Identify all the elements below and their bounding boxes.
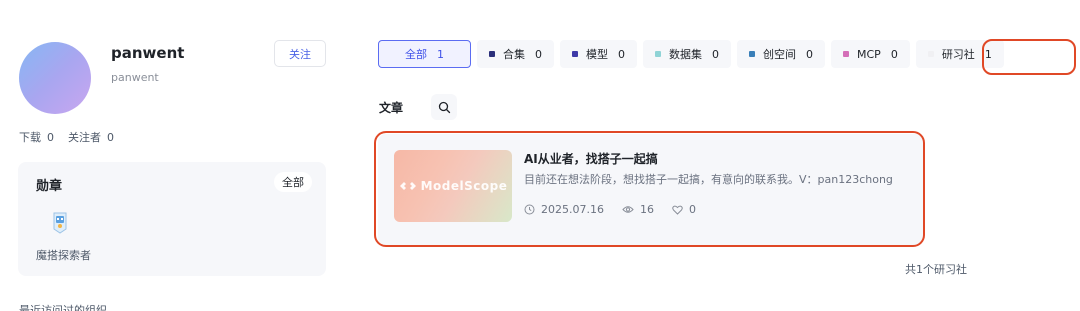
mcp-dot-icon [843, 51, 849, 57]
avatar[interactable] [19, 42, 91, 114]
card-highlight-outline [374, 131, 925, 247]
downloads-count: 0 [47, 131, 54, 144]
total-count-label: 共1个研习社 [905, 263, 967, 276]
profile-subname: panwent [111, 71, 159, 84]
badge-panel: 勋章 全部 魔搭探索者 [18, 162, 326, 276]
section-title: 文章 [379, 101, 404, 115]
tab-mcp[interactable]: MCP 0 [831, 40, 910, 68]
tab-datasets-label: 数据集 [669, 48, 702, 61]
profile-page: panwent panwent 关注 下载 0 关注者 0 勋章 全部 魔搭探索者 … [0, 0, 1080, 311]
tab-mcp-label: MCP [857, 47, 881, 61]
tab-collections-label: 合集 [503, 48, 525, 61]
content-tabs: 全部 1 合集 0 模型 0 数据集 0 创空间 0 MCP 0 研习社 1 [378, 40, 1010, 68]
recent-orgs-label: 最近访问过的组织 [19, 304, 107, 311]
badge-name: 魔搭探索者 [36, 249, 91, 262]
tab-all-label: 全部 [405, 48, 427, 61]
tab-studios[interactable]: 创空间 0 [737, 40, 825, 68]
search-button[interactable] [431, 94, 457, 120]
tab-collections[interactable]: 合集 0 [477, 40, 554, 68]
followers-label: 关注者 [68, 131, 101, 144]
tab-datasets-count: 0 [712, 47, 719, 61]
learning-club-dot-icon [927, 51, 934, 57]
downloads-stat: 下载 0 [19, 129, 54, 145]
tab-collections-count: 0 [535, 47, 542, 61]
profile-stats: 下载 0 关注者 0 [19, 129, 114, 145]
studios-dot-icon [749, 51, 755, 57]
tab-all-count: 1 [437, 47, 444, 61]
tab-studios-count: 0 [806, 47, 813, 61]
tab-all[interactable]: 全部 1 [378, 40, 471, 68]
models-dot-icon [572, 51, 578, 57]
tab-mcp-count: 0 [890, 47, 898, 61]
datasets-dot-icon [655, 51, 661, 57]
profile-name: panwent [111, 44, 185, 62]
tab-learning-club-label: 研习社 [941, 48, 975, 61]
collections-dot-icon [489, 51, 495, 57]
tab-datasets[interactable]: 数据集 0 [643, 40, 731, 68]
badge-icon[interactable] [51, 212, 69, 234]
downloads-label: 下载 [19, 131, 41, 144]
tab-models[interactable]: 模型 0 [560, 40, 637, 68]
badge-panel-title: 勋章 [36, 179, 63, 194]
badge-all-button[interactable]: 全部 [274, 172, 312, 192]
search-icon [438, 101, 450, 113]
followers-stat[interactable]: 关注者 0 [68, 129, 114, 145]
follow-button[interactable]: 关注 [274, 40, 326, 67]
tab-models-count: 0 [618, 47, 625, 61]
tab-studios-label: 创空间 [763, 48, 796, 61]
tab-highlight-outline [982, 39, 1076, 75]
tab-models-label: 模型 [586, 48, 608, 61]
followers-count: 0 [107, 131, 114, 144]
